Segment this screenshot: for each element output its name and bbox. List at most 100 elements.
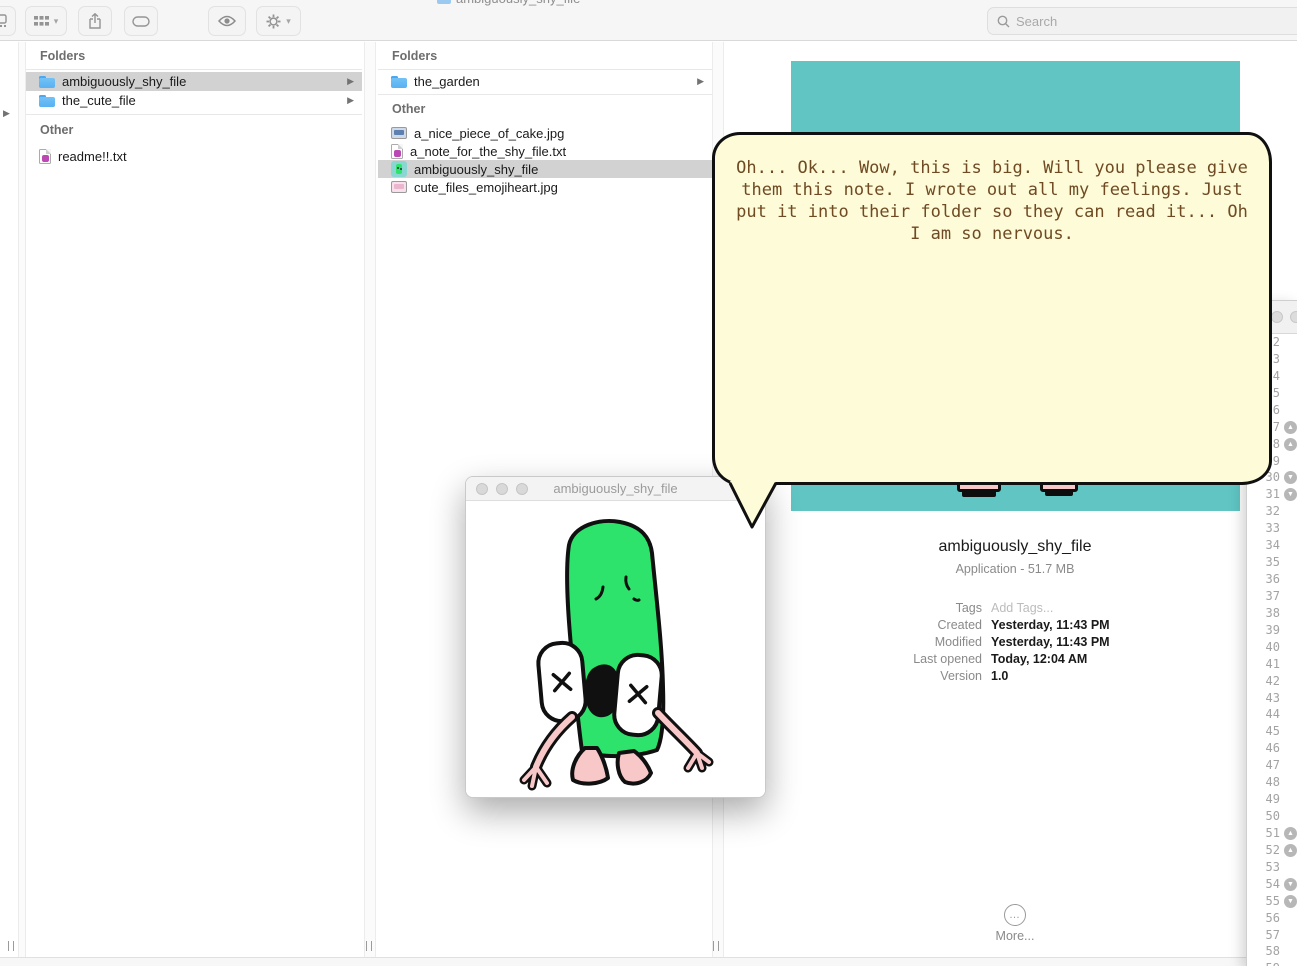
dialogue-text: Oh... Ok... Wow, this is big. Will you p… bbox=[715, 157, 1269, 245]
folder-row-the-garden[interactable]: the_garden ▶ bbox=[378, 72, 712, 91]
quicklook-button[interactable] bbox=[208, 6, 246, 36]
chevron-down-icon: ▾ bbox=[53, 15, 59, 26]
chevron-down-icon: ▾ bbox=[286, 15, 291, 26]
line-number: 37 bbox=[1265, 588, 1280, 603]
search-input[interactable]: Search bbox=[987, 7, 1297, 35]
line-number: 45 bbox=[1265, 724, 1280, 739]
tag-icon bbox=[132, 15, 150, 27]
line-number-row: 56 bbox=[1247, 910, 1297, 927]
info-row-tags: Tags Add Tags... bbox=[725, 599, 1297, 616]
line-number: 50 bbox=[1265, 809, 1280, 824]
divider bbox=[378, 94, 712, 95]
column-gutter[interactable] bbox=[364, 42, 376, 957]
file-row-ambiguously-shy-file-app[interactable]: ambiguously_shy_file bbox=[378, 160, 712, 178]
file-row-note-txt[interactable]: a_note_for_the_shy_file.txt bbox=[378, 142, 712, 160]
group-view-button[interactable]: ▾ bbox=[25, 6, 67, 36]
more-button[interactable]: … More... bbox=[725, 904, 1297, 943]
line-number-row: 33 bbox=[1247, 520, 1297, 537]
line-number: 41 bbox=[1265, 656, 1280, 671]
line-number: 39 bbox=[1265, 622, 1280, 637]
folder-row-ambiguously-shy-file[interactable]: ambiguously_shy_file ▶ bbox=[26, 72, 362, 91]
character-window-title: ambiguously_shy_file bbox=[553, 481, 678, 496]
line-number: 31 bbox=[1265, 487, 1280, 502]
line-number-row: 34 bbox=[1247, 537, 1297, 554]
window-control-icon[interactable] bbox=[1290, 311, 1297, 323]
column-resize-handle[interactable] bbox=[713, 941, 719, 951]
line-number: 52 bbox=[1265, 842, 1280, 857]
file-name: ambiguously_shy_file bbox=[414, 161, 539, 177]
line-number-row: 42 bbox=[1247, 673, 1297, 690]
file-name: ambiguously_shy_file bbox=[62, 74, 187, 89]
up-arrow-button[interactable]: ▲ bbox=[1284, 826, 1297, 840]
actions-button[interactable]: ▾ bbox=[256, 6, 301, 36]
gear-icon bbox=[266, 14, 281, 28]
line-number: 58 bbox=[1265, 944, 1280, 959]
window-panel-button[interactable] bbox=[0, 6, 16, 36]
minimize-icon[interactable] bbox=[496, 483, 508, 495]
up-arrow-button[interactable]: ▲ bbox=[1284, 437, 1297, 451]
column-resize-handle[interactable] bbox=[8, 941, 14, 951]
info-row-modified: Modified Yesterday, 11:43 PM bbox=[725, 633, 1297, 650]
creature-left-arm bbox=[519, 711, 578, 791]
window-control-icon[interactable] bbox=[1271, 311, 1283, 323]
ellipsis-circle-icon: … bbox=[1004, 904, 1026, 926]
line-number-row: 40 bbox=[1247, 639, 1297, 656]
search-icon bbox=[997, 15, 1010, 27]
divider bbox=[378, 69, 712, 70]
zoom-icon[interactable] bbox=[516, 483, 528, 495]
folder-icon bbox=[39, 94, 55, 107]
share-button[interactable] bbox=[78, 6, 112, 36]
close-icon[interactable] bbox=[476, 483, 488, 495]
image-file-icon bbox=[391, 127, 407, 139]
file-name: readme!!.txt bbox=[58, 149, 127, 164]
down-arrow-button[interactable]: ▼ bbox=[1284, 471, 1297, 485]
divider bbox=[26, 114, 362, 115]
line-number-row: 45 bbox=[1247, 723, 1297, 740]
folder-row-the-cute-file[interactable]: the_cute_file ▶ bbox=[26, 91, 362, 110]
file-name: the_cute_file bbox=[62, 93, 136, 108]
up-arrow-button[interactable]: ▲ bbox=[1284, 843, 1297, 857]
chevron-right-icon: ▶ bbox=[347, 95, 354, 105]
chevron-right-icon: ▶ bbox=[3, 108, 10, 118]
column-resize-handle[interactable] bbox=[366, 941, 372, 951]
line-number-row: 55 ▼ bbox=[1247, 893, 1297, 910]
line-number: 55 bbox=[1265, 893, 1280, 908]
line-number-row: 57 bbox=[1247, 927, 1297, 944]
up-arrow-button[interactable]: ▲ bbox=[1284, 420, 1297, 434]
column-gutter[interactable] bbox=[18, 42, 26, 957]
character-window-titlebar[interactable]: ambiguously_shy_file bbox=[466, 477, 765, 501]
file-row-readme[interactable]: readme!!.txt bbox=[26, 147, 362, 166]
image-file-icon bbox=[391, 181, 407, 193]
character-canvas bbox=[466, 501, 765, 797]
line-number-row: 52 ▲ bbox=[1247, 842, 1297, 859]
character-app-window[interactable]: ambiguously_shy_file bbox=[465, 476, 766, 798]
chevron-right-icon: ▶ bbox=[697, 76, 704, 86]
line-number-row: 31 ▼ bbox=[1247, 486, 1297, 503]
line-number-row: 54 ▼ bbox=[1247, 876, 1297, 893]
creature-left-eye-patch bbox=[536, 640, 588, 724]
line-number-row: 41 bbox=[1247, 656, 1297, 673]
dialogue-line: them this note. I wrote out all my feeli… bbox=[741, 180, 1243, 200]
info-row-version: Version 1.0 bbox=[725, 667, 1297, 684]
column-1: Folders ambiguously_shy_file ▶ the_cute_… bbox=[26, 42, 362, 957]
window-panel-icon bbox=[0, 14, 7, 27]
file-row-emojiheart-jpg[interactable]: cute_files_emojiheart.jpg bbox=[378, 178, 712, 196]
file-row-cake-jpg[interactable]: a_nice_piece_of_cake.jpg bbox=[378, 124, 712, 142]
folder-icon bbox=[391, 75, 407, 88]
creature-right-arm bbox=[652, 707, 714, 773]
line-number: 53 bbox=[1265, 859, 1280, 874]
line-number-row: 37 bbox=[1247, 588, 1297, 605]
text-document-icon bbox=[391, 143, 403, 159]
line-number: 49 bbox=[1265, 792, 1280, 807]
line-number: 35 bbox=[1265, 555, 1280, 570]
dialogue-bubble[interactable]: Oh... Ok... Wow, this is big. Will you p… bbox=[712, 132, 1272, 529]
dialogue-line: I am so nervous. bbox=[910, 224, 1074, 244]
tag-button[interactable] bbox=[124, 6, 158, 36]
down-arrow-button[interactable]: ▼ bbox=[1284, 877, 1297, 891]
folder-icon bbox=[437, 0, 451, 4]
down-arrow-button[interactable]: ▼ bbox=[1284, 894, 1297, 908]
line-number-row: 44 bbox=[1247, 706, 1297, 723]
line-number: 54 bbox=[1265, 876, 1280, 891]
line-number-row: 49 bbox=[1247, 791, 1297, 808]
down-arrow-button[interactable]: ▼ bbox=[1284, 488, 1297, 502]
